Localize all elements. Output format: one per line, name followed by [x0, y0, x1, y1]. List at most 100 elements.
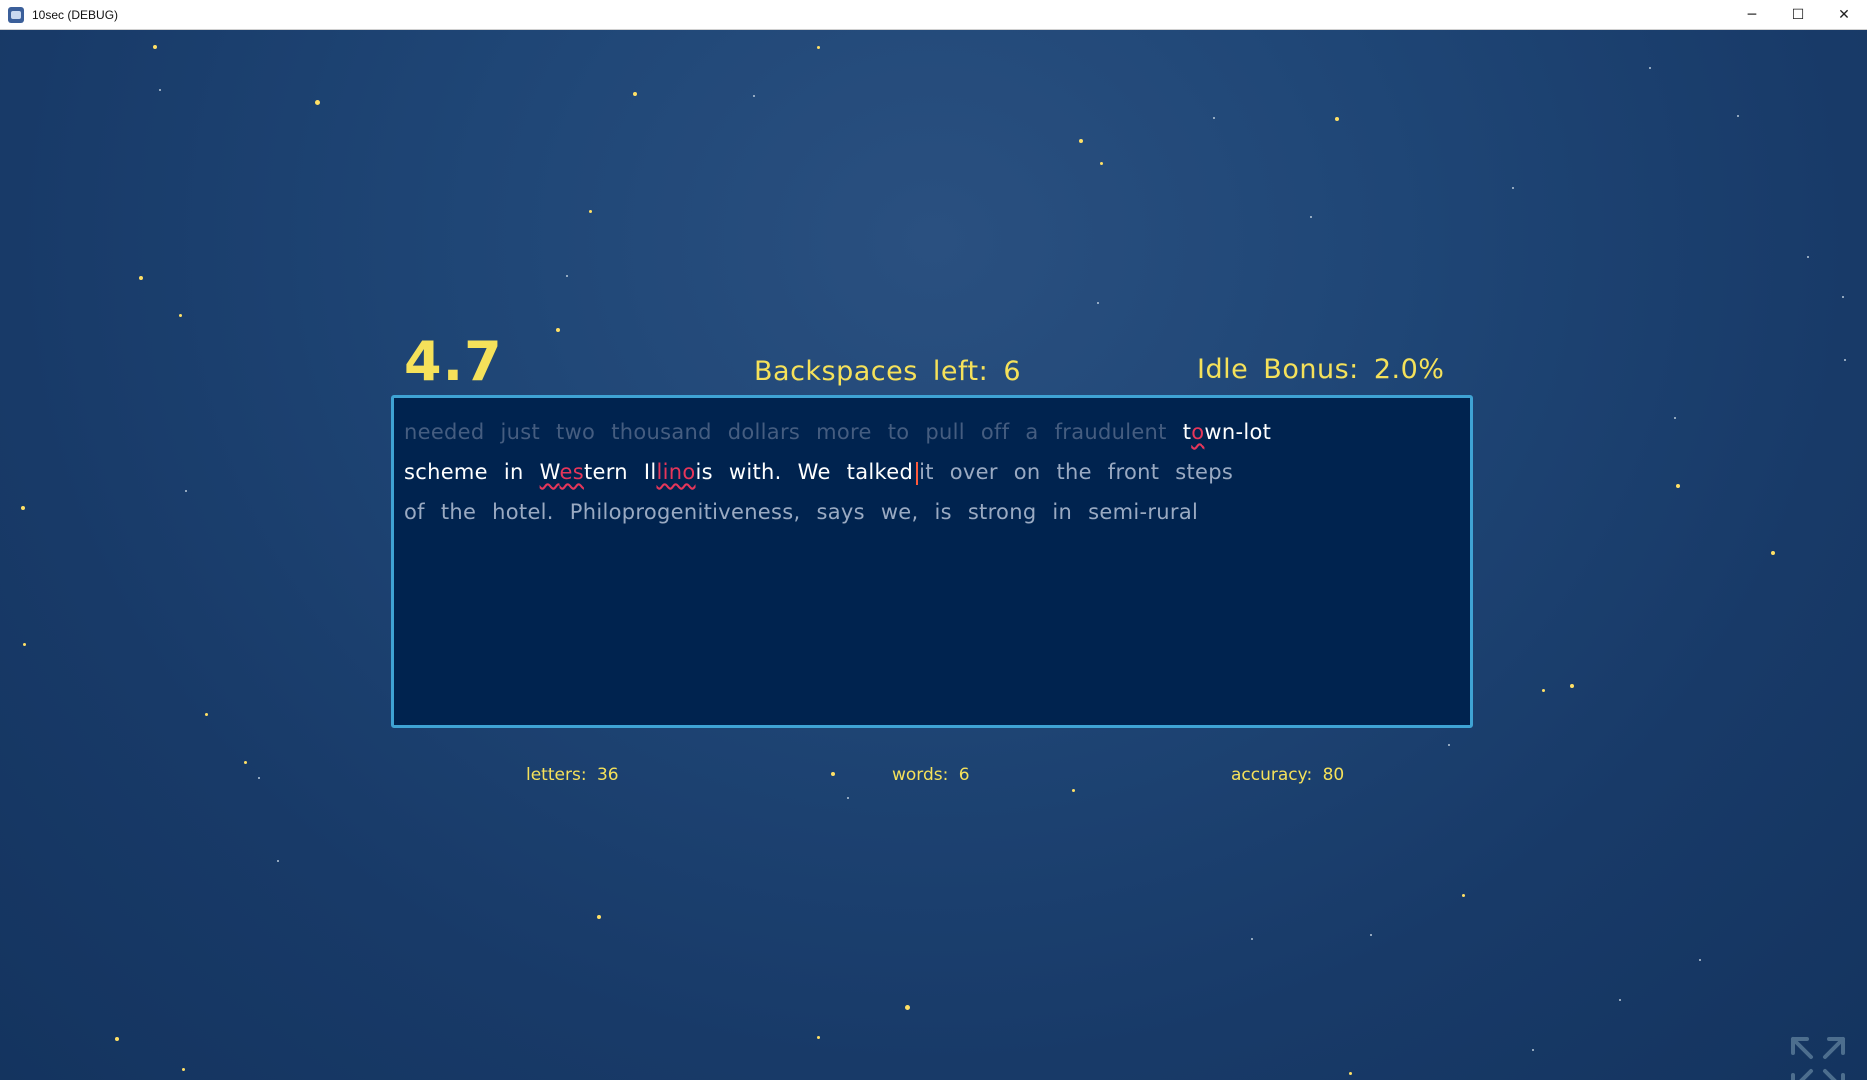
word-we: We	[797, 460, 831, 484]
minimize-button[interactable]: ─	[1729, 0, 1775, 30]
word-segment: W	[539, 460, 560, 484]
idle-bonus: Idle Bonus: 2.0%	[1197, 354, 1444, 385]
window-titlebar: 10sec (DEBUG) ─ ☐ ✕	[0, 0, 1867, 30]
upcoming-words: it over on the front steps	[919, 460, 1234, 484]
close-button[interactable]: ✕	[1821, 0, 1867, 30]
star	[258, 777, 260, 779]
star	[1071, 788, 1075, 792]
star	[1570, 684, 1574, 688]
completed-words: needed just two thousand dollars more to…	[404, 420, 1183, 444]
star	[1532, 1049, 1534, 1051]
star	[22, 642, 26, 646]
accuracy-label: accuracy:	[1231, 765, 1313, 785]
letters-value: 36	[596, 765, 619, 785]
backspaces-value: 6	[1003, 356, 1022, 387]
letters-stat: letters: 36	[526, 765, 619, 785]
star	[588, 209, 592, 213]
timer-display: 4.7	[404, 330, 503, 393]
current-word-town-lot: town-lot	[1183, 420, 1271, 444]
accuracy-stat: accuracy: 80	[1231, 765, 1344, 785]
word-talked: talked	[846, 460, 914, 484]
star	[1213, 117, 1215, 119]
star	[1844, 359, 1846, 361]
star	[185, 490, 187, 492]
word-segment: tern	[583, 460, 628, 484]
completed-word: to	[887, 420, 910, 444]
completed-word: two	[556, 420, 596, 444]
word-segment: t	[1182, 420, 1192, 444]
words-stat: words: 6	[892, 765, 970, 785]
accuracy-value: 80	[1322, 765, 1345, 785]
word-with: with.	[728, 460, 782, 484]
maximize-button[interactable]: ☐	[1775, 0, 1821, 30]
star	[1771, 551, 1775, 555]
word-in: in	[503, 460, 524, 484]
star	[139, 276, 143, 280]
star	[1737, 115, 1739, 117]
backspaces-label: Backspaces left:	[754, 356, 989, 387]
completed-word: more	[816, 420, 872, 444]
star	[1649, 67, 1651, 69]
star	[753, 95, 755, 97]
star	[243, 760, 247, 764]
completed-word: off	[980, 420, 1010, 444]
word-illinois: Illinois	[644, 460, 713, 484]
star	[1699, 959, 1701, 961]
idle-bonus-value: 2.0%	[1373, 354, 1445, 385]
star	[159, 89, 161, 91]
words-label: words:	[892, 765, 949, 785]
star	[1619, 999, 1621, 1001]
star	[1097, 302, 1099, 304]
star	[1448, 744, 1450, 746]
words-value: 6	[958, 765, 970, 785]
text-line-3: of the hotel. Philoprogenitiveness, says…	[404, 500, 1199, 524]
completed-word: needed	[404, 420, 485, 444]
text-line-1: needed just two thousand dollars more to…	[404, 412, 1460, 452]
star	[1842, 296, 1844, 298]
completed-word: fraudulent	[1054, 420, 1167, 444]
game-canvas[interactable]: 4.7 Backspaces left: 6 Idle Bonus: 2.0% …	[0, 30, 1867, 1080]
typing-text-box[interactable]: needed just two thousand dollars more to…	[391, 395, 1473, 728]
star	[1674, 417, 1676, 419]
star	[1541, 688, 1545, 692]
error-segment: lino	[656, 460, 696, 484]
star	[1251, 938, 1253, 940]
star	[1335, 117, 1339, 121]
completed-word: pull	[925, 420, 965, 444]
window-controls: ─ ☐ ✕	[1729, 0, 1867, 30]
word-western: Western	[540, 460, 628, 484]
text-caret	[916, 461, 919, 485]
backspaces-left: Backspaces left: 6	[754, 356, 1021, 387]
completed-word: just	[500, 420, 541, 444]
completed-word: dollars	[727, 420, 801, 444]
star	[153, 45, 157, 49]
text-line-2: scheme in Western Illinois with. We talk…	[404, 452, 1460, 492]
star	[1099, 161, 1103, 165]
star	[1079, 139, 1083, 143]
idle-bonus-label: Idle Bonus:	[1197, 354, 1359, 385]
star	[566, 275, 568, 277]
star	[816, 1035, 820, 1039]
star	[904, 1004, 910, 1010]
star	[277, 860, 279, 862]
word-segment: wn-lot	[1204, 420, 1272, 444]
completed-word: thousand	[611, 420, 712, 444]
star	[831, 772, 835, 776]
star	[1310, 216, 1312, 218]
star	[1807, 256, 1809, 258]
app-icon	[8, 6, 24, 23]
star	[204, 712, 208, 716]
star	[314, 99, 320, 105]
completed-word: a	[1025, 420, 1039, 444]
star	[178, 313, 182, 317]
word-segment: is	[695, 460, 713, 484]
star	[1461, 893, 1465, 897]
error-segment: es	[559, 460, 584, 484]
word-scheme: scheme	[404, 460, 488, 484]
star	[1676, 484, 1680, 488]
word-segment: Il	[643, 460, 657, 484]
star	[181, 1067, 185, 1071]
star	[633, 92, 637, 96]
fullscreen-icon[interactable]	[1789, 1035, 1847, 1080]
star	[21, 506, 25, 510]
